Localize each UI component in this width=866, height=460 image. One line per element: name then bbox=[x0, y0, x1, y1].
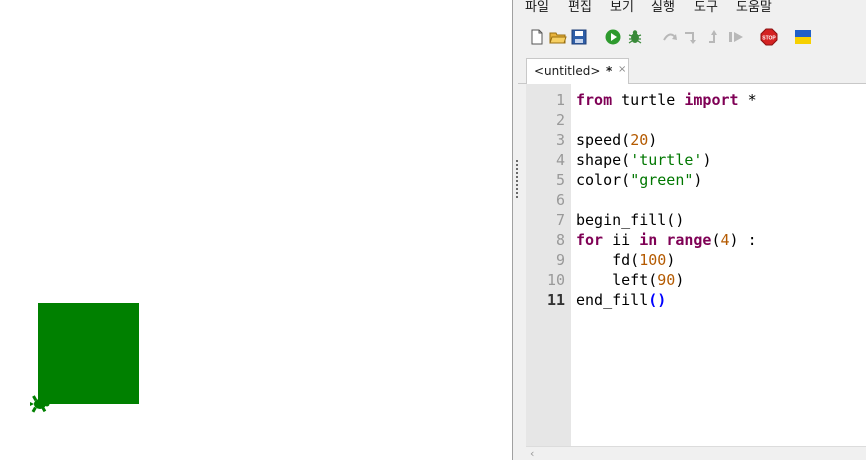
code-line[interactable]: from turtle import * bbox=[576, 90, 757, 110]
open-file-icon[interactable] bbox=[549, 28, 567, 46]
step-into-icon[interactable] bbox=[683, 28, 701, 46]
save-icon[interactable] bbox=[570, 28, 588, 46]
run-icon[interactable] bbox=[604, 28, 622, 46]
line-number: 8 bbox=[555, 231, 565, 249]
menu-bar: 파일 편집 보기 실행 도구 도움말 bbox=[518, 0, 866, 20]
scroll-left-icon[interactable]: ‹ bbox=[530, 447, 534, 460]
line-number: 6 bbox=[555, 191, 565, 209]
horizontal-scrollbar[interactable]: ‹ bbox=[526, 446, 866, 460]
code-line[interactable]: begin_fill() bbox=[576, 210, 684, 230]
code-line[interactable]: left(90) bbox=[576, 270, 684, 290]
line-number: 1 bbox=[555, 91, 565, 109]
line-number: 10 bbox=[546, 271, 565, 289]
line-number: 3 bbox=[555, 131, 565, 149]
line-number: 2 bbox=[555, 111, 565, 129]
ide-window: 파일 편집 보기 실행 도구 도움말 STOP <untitled> * × 1… bbox=[518, 0, 866, 460]
new-file-icon[interactable] bbox=[528, 28, 546, 46]
tab-untitled[interactable]: <untitled> * × bbox=[526, 58, 629, 84]
tab-modified-indicator: * bbox=[606, 64, 613, 78]
code-line[interactable]: end_fill() bbox=[576, 290, 666, 310]
code-line[interactable]: for ii in range(4) : bbox=[576, 230, 757, 250]
menu-file[interactable]: 파일 bbox=[525, 0, 549, 16]
line-number-gutter: 1 2 3 4 5 6 7 8 9 10 11 bbox=[526, 84, 571, 446]
turtle-icon bbox=[30, 395, 50, 413]
editor-tab-bar: <untitled> * × bbox=[518, 56, 866, 84]
step-over-icon[interactable] bbox=[661, 28, 679, 46]
code-line[interactable]: fd(100) bbox=[576, 250, 675, 270]
filled-green-square bbox=[38, 303, 139, 404]
stop-icon[interactable]: STOP bbox=[760, 28, 778, 46]
svg-text:STOP: STOP bbox=[762, 36, 776, 42]
toolbar: STOP bbox=[518, 24, 866, 52]
code-line[interactable]: speed(20) bbox=[576, 130, 657, 150]
menu-view[interactable]: 보기 bbox=[610, 0, 634, 16]
close-icon[interactable]: × bbox=[618, 64, 626, 75]
line-number-current: 11 bbox=[546, 291, 565, 309]
menu-tools[interactable]: 도구 bbox=[694, 0, 718, 16]
turtle-canvas bbox=[0, 0, 512, 460]
line-number: 9 bbox=[555, 251, 565, 269]
resume-icon[interactable] bbox=[727, 28, 745, 46]
debug-icon[interactable] bbox=[626, 28, 644, 46]
menu-edit[interactable]: 편집 bbox=[568, 0, 592, 16]
ukraine-flag-icon[interactable] bbox=[794, 28, 812, 46]
code-line[interactable]: shape('turtle') bbox=[576, 150, 711, 170]
line-number: 5 bbox=[555, 171, 565, 189]
code-area[interactable]: from turtle import * speed(20) shape('turt… bbox=[576, 84, 866, 446]
step-out-icon[interactable] bbox=[705, 28, 723, 46]
menu-help[interactable]: 도움말 bbox=[736, 0, 772, 16]
code-editor[interactable]: 1 2 3 4 5 6 7 8 9 10 11 from turtle impo… bbox=[526, 84, 866, 446]
code-line[interactable]: color("green") bbox=[576, 170, 702, 190]
line-number: 7 bbox=[555, 211, 565, 229]
menu-run[interactable]: 실행 bbox=[651, 0, 675, 16]
tab-title: <untitled> bbox=[534, 64, 601, 78]
line-number: 4 bbox=[555, 151, 565, 169]
